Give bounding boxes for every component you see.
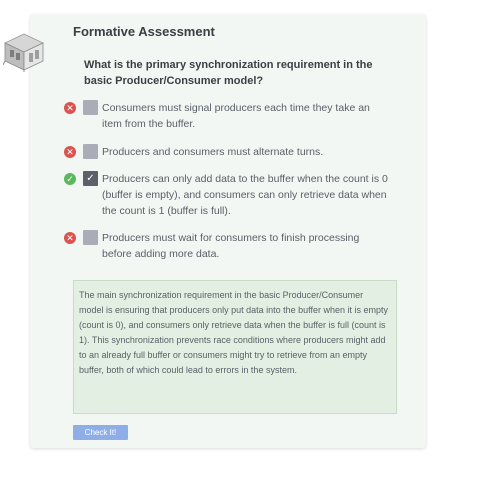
check-it-button[interactable]: Check It! [73, 425, 128, 440]
cube-icon [3, 33, 44, 72]
x-circle-icon: ✕ [64, 232, 76, 244]
option-checkbox[interactable] [83, 144, 98, 159]
x-circle-icon: ✕ [64, 146, 76, 158]
option-checkbox[interactable] [83, 230, 98, 245]
option-label: Producers must wait for consumers to fin… [102, 232, 360, 260]
checkmark-icon: ✓ [86, 173, 95, 184]
x-circle-icon: ✕ [64, 102, 76, 114]
assessment-title: Formative Assessment [73, 24, 215, 39]
option-checkbox[interactable] [83, 100, 98, 115]
option-checkbox-checked[interactable]: ✓ [83, 171, 98, 186]
explanation-box: The main synchronization requirement in … [73, 280, 397, 414]
check-circle-icon: ✓ [64, 173, 76, 185]
question-text: What is the primary synchronization requ… [84, 59, 373, 87]
option-label: Consumers must signal producers each tim… [102, 102, 370, 130]
option-label: Producers and consumers must alternate t… [102, 146, 324, 158]
option-label: Producers can only add data to the buffe… [102, 173, 388, 217]
